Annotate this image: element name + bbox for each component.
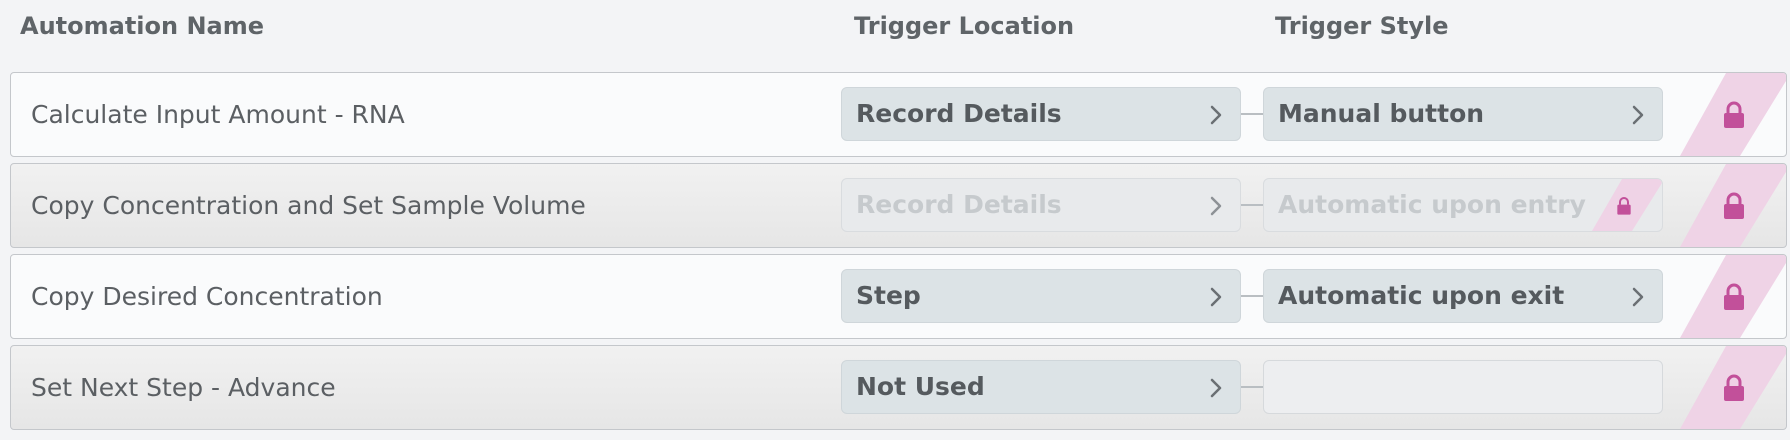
- lock-icon[interactable]: [1722, 373, 1746, 403]
- automation-row[interactable]: Calculate Input Amount - RNA Record Deta…: [10, 72, 1787, 157]
- trigger-style-select[interactable]: Automatic upon exit: [1263, 269, 1663, 323]
- automation-name: Copy Desired Concentration: [31, 282, 383, 311]
- header-trigger-location: Trigger Location: [854, 12, 1075, 40]
- trigger-location-value: Record Details: [856, 99, 1062, 128]
- automation-list: Calculate Input Amount - RNA Record Deta…: [10, 72, 1787, 436]
- trigger-location-value: Step: [856, 281, 921, 310]
- table-header: Automation Name Trigger Location Trigger…: [0, 12, 1790, 48]
- chevron-right-icon: [1628, 270, 1648, 322]
- automation-name: Copy Concentration and Set Sample Volume: [31, 191, 586, 220]
- trigger-location-select[interactable]: Not Used: [841, 360, 1241, 414]
- trigger-style-value: Automatic upon exit: [1278, 281, 1565, 310]
- chevron-right-icon: [1628, 88, 1648, 140]
- trigger-location-value: Not Used: [856, 372, 985, 401]
- automation-name: Calculate Input Amount - RNA: [31, 100, 405, 129]
- automation-row[interactable]: Set Next Step - Advance Not Used: [10, 345, 1787, 430]
- header-automation-name: Automation Name: [20, 12, 265, 40]
- trigger-location-value: Record Details: [856, 190, 1062, 219]
- connector-line: [1241, 386, 1263, 388]
- chevron-right-icon: [1206, 270, 1226, 322]
- trigger-style-value: Manual button: [1278, 99, 1485, 128]
- automation-name: Set Next Step - Advance: [31, 373, 336, 402]
- trigger-style-select[interactable]: [1263, 360, 1663, 414]
- chevron-right-icon: [1206, 88, 1226, 140]
- trigger-style-value: Automatic upon entry: [1278, 190, 1586, 219]
- lock-icon[interactable]: [1722, 191, 1746, 221]
- trigger-location-select[interactable]: Record Details: [841, 178, 1241, 232]
- chevron-right-icon: [1206, 361, 1226, 413]
- header-trigger-style: Trigger Style: [1275, 12, 1449, 40]
- connector-line: [1241, 204, 1263, 206]
- lock-icon[interactable]: [1722, 282, 1746, 312]
- chevron-right-icon: [1206, 179, 1226, 231]
- trigger-location-select[interactable]: Step: [841, 269, 1241, 323]
- automation-row[interactable]: Copy Desired Concentration Step Automati…: [10, 254, 1787, 339]
- trigger-style-select[interactable]: Manual button: [1263, 87, 1663, 141]
- lock-icon[interactable]: [1722, 100, 1746, 130]
- trigger-style-select[interactable]: Automatic upon entry: [1263, 178, 1663, 232]
- lock-icon: [1617, 197, 1631, 215]
- connector-line: [1241, 113, 1263, 115]
- trigger-location-select[interactable]: Record Details: [841, 87, 1241, 141]
- automation-row[interactable]: Copy Concentration and Set Sample Volume…: [10, 163, 1787, 248]
- connector-line: [1241, 295, 1263, 297]
